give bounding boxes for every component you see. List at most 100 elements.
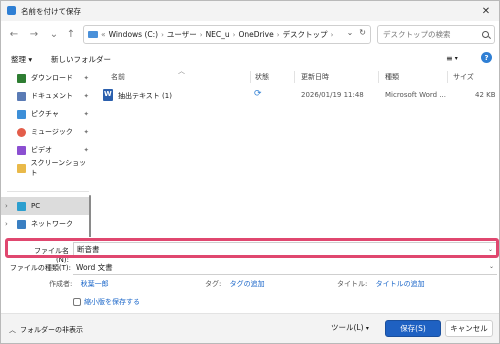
chevron-right-icon: › [161,30,164,39]
list-view-icon: ≡ [446,53,453,63]
nav-item-documents[interactable]: ドキュメント ✦ [5,87,89,105]
navigation-pane: ダウンロード ✦ ドキュメント ✦ ピクチャ ✦ ミュージック ✦ ビデオ ✦ [1,67,93,237]
refresh-icon[interactable]: ↻ [359,28,366,37]
nav-item-label: PC [31,202,41,210]
title-label: タイトル: [337,280,368,288]
arrow-right-icon: → [29,28,39,40]
chevron-down-icon[interactable]: ⌄ [489,263,494,270]
search-placeholder: デスクトップの検索 [383,30,451,39]
tools-button[interactable]: ツール(L) ▾ [331,322,369,333]
address-dropdown-icon[interactable]: ⌄ [347,28,354,37]
nav-item-screenshots[interactable]: スクリーンショット [5,159,89,177]
chevron-down-icon: ▾ [454,54,458,62]
nav-item-label: ビデオ [31,146,52,154]
file-type: Microsoft Word ... [385,91,446,99]
column-separator[interactable] [250,71,251,83]
up-button[interactable]: ↑ [64,27,78,41]
close-icon: ✕ [481,5,491,17]
column-separator[interactable] [378,71,379,83]
cancel-button[interactable]: キャンセル [445,320,493,337]
title-value[interactable]: タイトルの追加 [376,280,425,288]
pin-icon: ✦ [83,92,89,100]
author-label: 作成者: [49,280,73,288]
forward-button[interactable]: → [27,27,41,41]
pin-icon: ✦ [83,110,89,118]
chevron-right-icon: › [276,30,280,39]
tools-label: ツール(L) [331,323,364,332]
nav-item-label: ダウンロード [31,74,73,82]
tag-value[interactable]: タグの追加 [230,280,265,288]
pc-icon [17,201,26,211]
nav-item-network[interactable]: › ネットワーク [5,215,89,233]
filetype-value: Word 文書 [76,263,113,272]
back-button[interactable]: ← [7,27,21,41]
tag-label: タグ: [205,280,222,288]
organize-button[interactable]: 整理 ▾ [11,54,32,65]
filename-highlight [5,238,499,258]
title-row: タイトル: タイトルの追加 [337,279,425,289]
view-options-button[interactable]: ≡ ▾ [446,52,466,64]
nav-scrollbar[interactable] [89,195,91,237]
nav-item-music[interactable]: ミュージック ✦ [5,123,89,141]
column-separator[interactable] [294,71,295,83]
word-document-icon [103,89,113,101]
chevron-up-icon: ︿ [9,326,16,334]
folder-icon [16,163,26,173]
hide-folders-label: フォルダーの非表示 [20,326,83,334]
breadcrumb-overflow[interactable]: « [101,30,106,39]
nav-item-label: ミュージック [31,128,73,136]
music-icon [17,127,26,137]
breadcrumb-item[interactable]: OneDrive [238,30,273,39]
nav-item-pc[interactable]: › PC [1,197,89,215]
dialog-footer: ︿ フォルダーの非表示 ツール(L) ▾ 保存(S) キャンセル [1,313,499,343]
column-header-modified[interactable]: 更新日時 [301,72,329,82]
tag-row: タグ: タグの追加 [205,279,265,289]
chevron-right-icon: › [199,30,203,39]
close-button[interactable]: ✕ [477,3,495,19]
column-header-type[interactable]: 種類 [385,72,399,82]
nav-item-videos[interactable]: ビデオ ✦ [5,141,89,159]
new-folder-button[interactable]: 新しいフォルダー [51,54,111,65]
search-input[interactable]: デスクトップの検索 [377,25,495,44]
file-name: 抽出テキスト (1) [118,92,172,100]
author-row: 作成者: 秋葉一郎 [49,279,109,289]
filetype-select[interactable]: Word 文書 ⌄ [73,261,497,275]
breadcrumb-item[interactable]: NEC_u [206,30,230,39]
nav-item-downloads[interactable]: ダウンロード ✦ [5,69,89,87]
sort-up-icon: ︿ [178,67,185,75]
help-icon[interactable]: ? [481,52,492,63]
chevron-right-icon[interactable]: › [5,220,12,228]
recent-locations-button[interactable]: ⌄ [47,27,61,41]
arrow-left-icon: ← [9,28,19,40]
file-row[interactable]: 抽出テキスト (1) ⟳ 2026/01/19 11:48 Microsoft … [100,87,496,104]
breadcrumb-item[interactable]: デスクトップ [283,29,328,40]
nav-item-label: ピクチャ [31,110,59,118]
arrow-up-icon: ↑ [66,28,76,40]
save-thumbnail-checkbox[interactable] [73,298,81,306]
save-button[interactable]: 保存(S) [385,320,441,337]
filetype-label: ファイルの種類(T): [9,264,71,272]
breadcrumb-item[interactable]: Windows (C:) [109,30,158,39]
column-header-size[interactable]: サイズ [453,72,474,82]
nav-item-label: ドキュメント [31,92,73,100]
chevron-right-icon[interactable]: › [5,202,12,210]
window-title: 名前を付けて保存 [21,7,81,16]
breadcrumb-item[interactable]: ユーザー [167,29,197,40]
column-header-state[interactable]: 状態 [255,72,269,82]
pin-icon: ✦ [83,128,89,136]
command-bar: 整理 ▾ 新しいフォルダー ≡ ▾ ? [1,49,499,65]
app-icon [7,6,16,15]
author-value[interactable]: 秋葉一郎 [81,280,109,288]
nav-divider [7,191,89,192]
nav-item-pictures[interactable]: ピクチャ ✦ [5,105,89,123]
pictures-icon [17,109,26,119]
column-header-name[interactable]: 名前 [111,72,125,82]
title-bar: 名前を付けて保存 ✕ [1,1,499,21]
save-thumbnail-label[interactable]: 縮小版を保存する [84,297,140,307]
chevron-down-icon: ⌄ [49,28,59,40]
save-as-dialog: 名前を付けて保存 ✕ ← → ⌄ ↑ « Windows (C:) › ユーザー… [0,0,500,344]
address-bar[interactable]: « Windows (C:) › ユーザー › NEC_u › OneDrive… [83,25,371,44]
hide-folders-button[interactable]: ︿ フォルダーの非表示 [9,325,83,335]
column-separator[interactable] [447,71,448,83]
video-icon [17,145,26,155]
